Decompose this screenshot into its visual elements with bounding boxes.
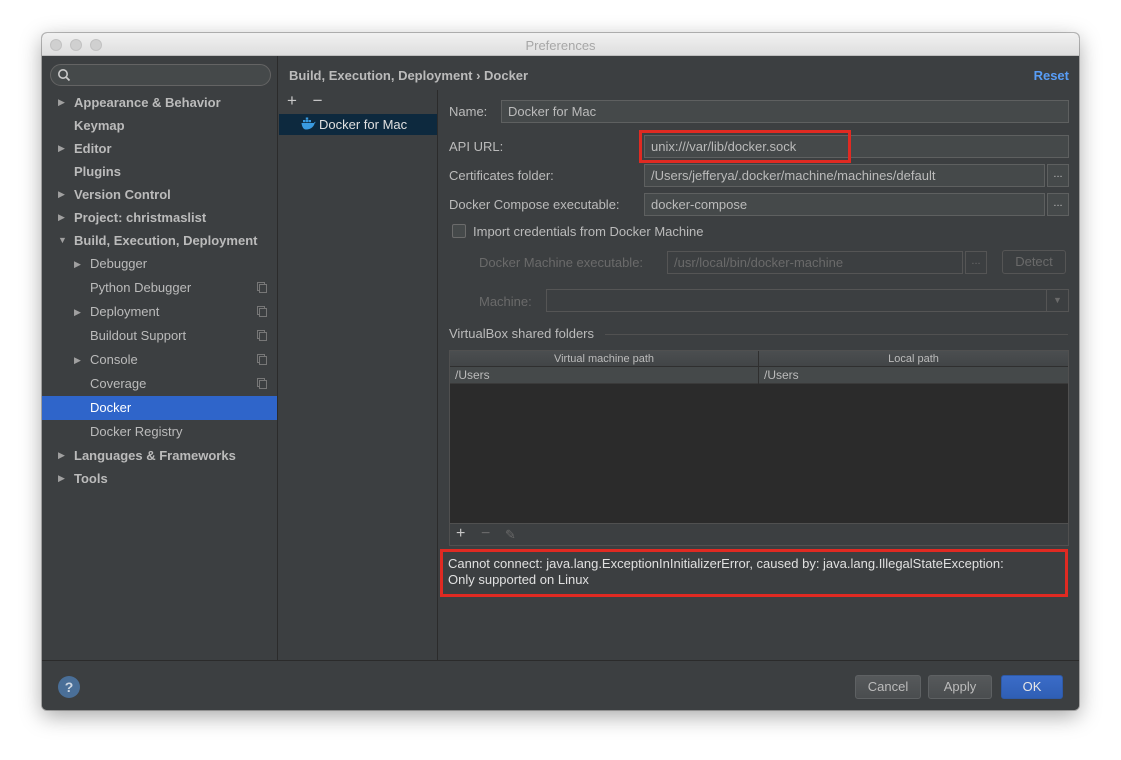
expand-arrow-icon[interactable]: ▶ <box>58 137 65 160</box>
api-url-label: API URL: <box>449 139 504 154</box>
sidebar-item-build-execution-deployment[interactable]: ▼ Build, Execution, Deployment <box>42 229 277 252</box>
compose-executable-label: Docker Compose executable: <box>449 197 620 212</box>
breadcrumb: Build, Execution, Deployment › Docker <box>289 68 529 83</box>
connections-toolbar: + − <box>287 92 335 110</box>
title-bar: Preferences <box>42 33 1079 56</box>
browse-docker-machine-button[interactable]: ... <box>965 251 987 274</box>
dialog-footer: ? Cancel Apply OK <box>42 660 1079 710</box>
sidebar-item-buildout-support[interactable]: Buildout Support <box>42 324 277 348</box>
expand-arrow-icon[interactable]: ▶ <box>58 444 65 467</box>
settings-sidebar: ▶ Appearance & Behavior Keymap ▶ Editor Pl… <box>42 56 278 660</box>
apply-button[interactable]: Apply <box>928 675 992 699</box>
remove-connection-button[interactable]: − <box>313 92 335 110</box>
preferences-window: Preferences ▶ Appearance & Behavior Keyma… <box>42 33 1079 710</box>
expand-arrow-icon[interactable]: ▶ <box>58 467 65 490</box>
expand-arrow-icon[interactable]: ▶ <box>74 348 81 372</box>
import-credentials-label: Import credentials from Docker Machine <box>473 224 704 239</box>
project-level-icon <box>257 330 267 341</box>
name-field[interactable]: Docker for Mac <box>501 100 1069 123</box>
sidebar-item-project[interactable]: ▶ Project: christmaslist <box>42 206 277 229</box>
table-header: Virtual machine path Local path <box>450 351 1068 367</box>
table-toolbar: + − ✎ <box>450 523 1068 545</box>
sidebar-item-docker[interactable]: Docker <box>42 396 277 420</box>
sidebar-item-deployment[interactable]: ▶ Deployment <box>42 300 277 324</box>
search-icon <box>58 69 71 82</box>
chevron-down-icon: ▼ <box>1046 290 1068 311</box>
shared-folders-table: Virtual machine path Local path /Users /… <box>449 350 1069 546</box>
docker-machine-executable-field[interactable]: /usr/local/bin/docker-machine <box>667 251 963 274</box>
sidebar-item-python-debugger[interactable]: Python Debugger <box>42 276 277 300</box>
sidebar-item-docker-registry[interactable]: Docker Registry <box>42 420 277 444</box>
detect-button[interactable]: Detect <box>1002 250 1066 274</box>
table-row[interactable]: /Users /Users <box>450 367 1068 384</box>
docker-connections-panel: + − Docker for Mac <box>279 90 438 660</box>
project-level-icon <box>257 378 267 389</box>
add-connection-button[interactable]: + <box>287 92 309 110</box>
window-title: Preferences <box>525 38 596 53</box>
import-credentials-checkbox[interactable] <box>452 224 466 238</box>
remove-folder-button[interactable]: − <box>481 525 490 543</box>
sidebar-item-coverage[interactable]: Coverage <box>42 372 277 396</box>
column-header-local-path[interactable]: Local path <box>759 351 1068 367</box>
edit-folder-button[interactable]: ✎ <box>505 527 516 543</box>
browse-compose-button[interactable]: ... <box>1047 193 1069 216</box>
vm-path-cell[interactable]: /Users <box>450 367 759 384</box>
expand-arrow-icon[interactable]: ▶ <box>74 300 81 324</box>
certificates-folder-label: Certificates folder: <box>449 168 554 183</box>
error-line-1: Cannot connect: java.lang.ExceptionInIni… <box>448 556 1004 571</box>
connection-error-message: Cannot connect: java.lang.ExceptionInIni… <box>448 556 1060 588</box>
compose-executable-field[interactable]: docker-compose <box>644 193 1045 216</box>
local-path-cell[interactable]: /Users <box>759 367 1068 384</box>
expand-arrow-icon[interactable]: ▶ <box>58 91 65 114</box>
add-folder-button[interactable]: + <box>456 525 465 543</box>
project-level-icon <box>257 354 267 365</box>
sidebar-item-plugins[interactable]: Plugins <box>42 160 277 183</box>
collapse-arrow-icon[interactable]: ▼ <box>58 229 67 252</box>
error-line-2: Only supported on Linux <box>448 572 589 587</box>
sidebar-item-version-control[interactable]: ▶ Version Control <box>42 183 277 206</box>
connection-list-item[interactable]: Docker for Mac <box>279 114 437 135</box>
sidebar-item-appearance[interactable]: ▶ Appearance & Behavior <box>42 91 277 114</box>
cancel-button[interactable]: Cancel <box>855 675 921 699</box>
project-level-icon <box>257 282 267 293</box>
docker-machine-executable-label: Docker Machine executable: <box>479 255 644 270</box>
machine-label: Machine: <box>479 294 532 309</box>
name-label: Name: <box>449 104 488 119</box>
sidebar-item-editor[interactable]: ▶ Editor <box>42 137 277 160</box>
docker-whale-icon <box>301 117 316 130</box>
reset-link[interactable]: Reset <box>1034 68 1069 83</box>
connection-name: Docker for Mac <box>319 117 408 132</box>
project-level-icon <box>257 306 267 317</box>
certificates-folder-field[interactable]: /Users/jefferya/.docker/machine/machines… <box>644 164 1045 187</box>
expand-arrow-icon[interactable]: ▶ <box>58 206 65 229</box>
sidebar-item-keymap[interactable]: Keymap <box>42 114 277 137</box>
shared-folders-title: VirtualBox shared folders <box>449 326 595 341</box>
column-header-vm-path[interactable]: Virtual machine path <box>450 351 759 367</box>
machine-select[interactable]: ▼ <box>546 289 1069 312</box>
expand-arrow-icon[interactable]: ▶ <box>58 183 65 206</box>
ok-button[interactable]: OK <box>1001 675 1063 699</box>
sidebar-item-console[interactable]: ▶ Console <box>42 348 277 372</box>
api-url-highlight <box>639 130 851 163</box>
help-button[interactable]: ? <box>58 676 80 698</box>
settings-search-input[interactable] <box>50 64 271 86</box>
sidebar-item-debugger[interactable]: ▶ Debugger <box>42 252 277 276</box>
section-divider <box>605 334 1068 335</box>
sidebar-item-languages-frameworks[interactable]: ▶ Languages & Frameworks <box>42 444 277 467</box>
settings-tree: ▶ Appearance & Behavior Keymap ▶ Editor Pl… <box>42 91 277 490</box>
browse-certificates-button[interactable]: ... <box>1047 164 1069 187</box>
sidebar-item-tools[interactable]: ▶ Tools <box>42 467 277 490</box>
expand-arrow-icon[interactable]: ▶ <box>74 252 81 276</box>
